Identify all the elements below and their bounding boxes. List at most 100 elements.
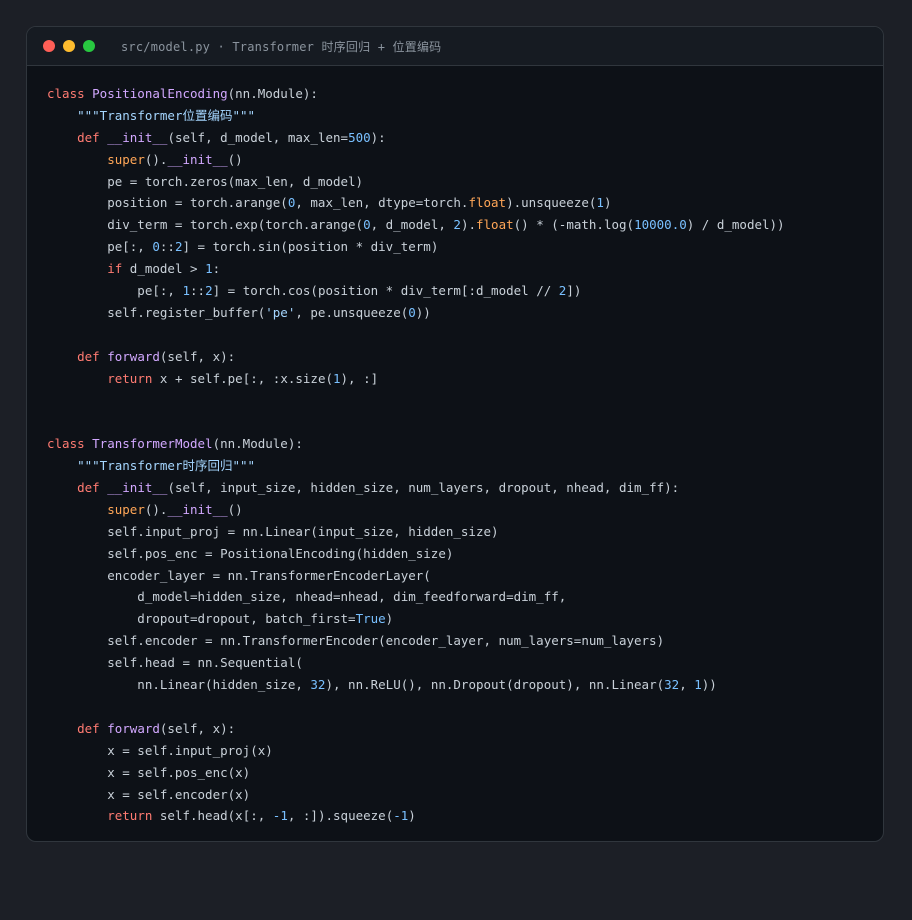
code-token: :: <box>159 239 175 255</box>
code-token: return <box>107 808 160 824</box>
code-token: 2 <box>453 217 461 233</box>
code-token: """Transformer位置编码""" <box>77 107 256 123</box>
code-token: (self, d_model, max_len= <box>167 129 349 145</box>
code-token: ).unsqueeze( <box>506 195 597 211</box>
code-token: ) <box>603 195 612 211</box>
code-token: (nn.Module): <box>227 86 318 101</box>
code-token: def <box>77 720 108 736</box>
code-token: __init__ <box>167 151 228 167</box>
code-token: position = torch.arange( <box>47 195 288 211</box>
file-title: src/model.py · Transformer 时序回归 + 位置编码 <box>121 39 442 54</box>
code-line: self.head = nn.Sequential( <box>47 652 785 674</box>
code-token: nn.Linear(hidden_size, <box>47 677 311 693</box>
code-token: 0 <box>152 239 160 255</box>
close-button[interactable] <box>43 40 55 52</box>
code-token: : <box>212 261 221 277</box>
code-line: def forward(self, x): <box>47 346 785 368</box>
code-line: x = self.input_proj(x) <box>47 740 785 762</box>
code-token: super <box>107 151 145 167</box>
code-token: ] = torch.cos(position * div_term[:d_mod… <box>212 283 559 299</box>
code-token: d_model > <box>129 261 206 277</box>
code-token: () * (-math.log( <box>513 217 635 233</box>
code-token: x + self.pe[:, :x.size( <box>159 370 333 386</box>
code-line: self.pos_enc = PositionalEncoding(hidden… <box>47 543 785 565</box>
code-line: self.input_proj = nn.Linear(input_size, … <box>47 521 785 543</box>
code-token: )) <box>415 304 431 320</box>
code-window: src/model.py · Transformer 时序回归 + 位置编码 c… <box>26 26 884 842</box>
code-line: """Transformer时序回归""" <box>47 455 785 477</box>
code-token: forward <box>107 720 160 736</box>
code-line: def __init__(self, d_model, max_len=500)… <box>47 127 785 149</box>
code-token: 32 <box>664 677 680 693</box>
window-titlebar: src/model.py · Transformer 时序回归 + 位置编码 <box>27 27 883 66</box>
code-token: __init__ <box>107 129 168 145</box>
code-line: encoder_layer = nn.TransformerEncoderLay… <box>47 565 785 587</box>
code-token: forward <box>107 348 160 364</box>
code-line: return x + self.pe[:, :x.size(1), :] <box>47 368 785 390</box>
code-token: self.head(x[:, <box>159 808 273 824</box>
code-line: class TransformerModel(nn.Module): <box>47 433 785 455</box>
code-line: def forward(self, x): <box>47 718 785 740</box>
code-token: 1 <box>596 195 604 211</box>
code-token: PositionalEncoding <box>92 86 228 101</box>
maximize-button[interactable] <box>83 40 95 52</box>
minimize-button[interactable] <box>63 40 75 52</box>
code-token: x = self.pos_enc(x) <box>47 764 251 780</box>
code-token: d_model=hidden_size, nhead=nhead, dim_fe… <box>47 589 567 605</box>
code-line: super().__init__() <box>47 149 785 171</box>
code-token: x = self.input_proj(x) <box>47 742 273 758</box>
code-token: ): <box>370 129 386 145</box>
code-token: super <box>107 501 145 517</box>
code-token: self.register_buffer( <box>47 304 266 320</box>
code-line: dropout=dropout, batch_first=True) <box>47 608 785 630</box>
code-token: , pe.unsqueeze( <box>295 304 409 320</box>
code-token: ) / d_model)) <box>686 217 785 233</box>
code-token: (self, x): <box>159 720 236 736</box>
code-token: True <box>355 611 386 627</box>
code-token: ), nn.ReLU(), nn.Dropout(dropout), nn.Li… <box>325 677 665 693</box>
code-line: position = torch.arange(0, max_len, dtyp… <box>47 192 785 214</box>
code-token: float <box>468 195 507 211</box>
code-token: ) <box>385 611 394 627</box>
code-line: if d_model > 1: <box>47 258 785 280</box>
code-token: -1 <box>393 808 409 824</box>
code-token: (nn.Module): <box>212 436 303 452</box>
code-token: 32 <box>310 677 326 693</box>
code-token: def <box>77 129 108 145</box>
code-token: ), :] <box>340 370 379 386</box>
code-token: (self, input_size, hidden_size, num_laye… <box>167 480 680 496</box>
code-token: class <box>47 86 93 101</box>
code-token: () <box>227 501 243 517</box>
code-token: 10000.0 <box>634 217 687 233</box>
code-line: self.encoder = nn.TransformerEncoder(enc… <box>47 630 785 652</box>
code-token: TransformerModel <box>92 436 213 452</box>
code-token: )) <box>701 677 717 693</box>
code-token: dropout=dropout, batch_first= <box>47 611 356 627</box>
code-token: __init__ <box>107 480 168 496</box>
code-token: self.pos_enc = PositionalEncoding(hidden… <box>47 545 454 561</box>
code-token: 0 <box>408 304 416 320</box>
code-line: """Transformer位置编码""" <box>47 105 785 127</box>
code-token: def <box>77 480 108 496</box>
code-token: 1 <box>182 283 190 299</box>
code-token: , :]).squeeze( <box>287 808 394 824</box>
code-token: div_term = torch.exp(torch.arange( <box>47 217 364 233</box>
code-token: self.input_proj = nn.Linear(input_size, … <box>47 523 499 539</box>
code-token: if <box>107 261 130 277</box>
code-token: 2 <box>205 283 213 299</box>
code-token: ). <box>460 217 476 233</box>
code-token: self.encoder = nn.TransformerEncoder(enc… <box>47 633 665 649</box>
code-line: div_term = torch.exp(torch.arange(0, d_m… <box>47 214 785 236</box>
code-token: 500 <box>348 129 371 145</box>
code-token: def <box>77 348 108 364</box>
code-token: ]) <box>566 283 582 299</box>
code-token: (). <box>144 151 168 167</box>
